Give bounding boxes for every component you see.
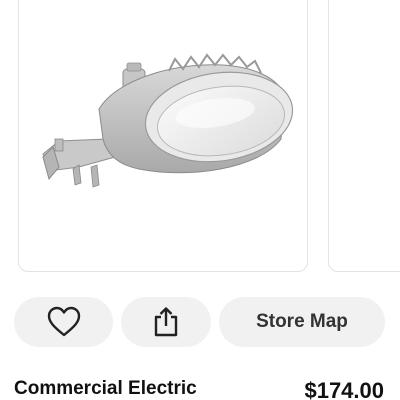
product-title-row: Commercial Electric $174.00 [14, 378, 386, 400]
store-map-button[interactable]: Store Map [219, 297, 385, 347]
product-detail-page: Store Map Commercial Electric $174.00 [0, 0, 400, 400]
share-button[interactable] [121, 297, 211, 347]
product-name: Commercial Electric [14, 378, 197, 399]
next-product-card[interactable] [328, 0, 400, 272]
favorite-button[interactable] [14, 297, 113, 347]
heart-icon [46, 306, 82, 338]
share-icon [152, 306, 180, 338]
product-price: $174.00 [304, 378, 384, 400]
product-image-card[interactable] [18, 0, 308, 272]
product-image-led-area-light [42, 53, 294, 188]
